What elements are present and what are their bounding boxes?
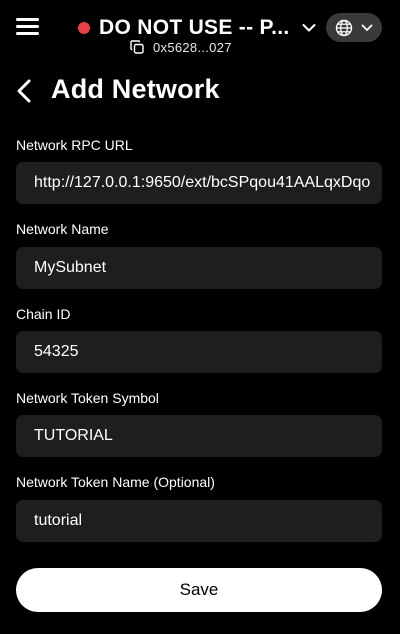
account-status-dot [78,22,90,34]
language-selector-button[interactable] [326,13,382,42]
token-symbol-input[interactable]: TUTORIAL [16,415,382,457]
chain-id-input[interactable]: 54325 [16,331,382,373]
menu-bar-line [16,18,39,21]
menu-bar-line [16,25,39,28]
network-name-input[interactable]: MySubnet [16,247,382,289]
top-bar: DO NOT USE -- P... 0x5628...027 [0,0,400,60]
rpc-url-label: Network RPC URL [16,137,133,153]
token-symbol-label: Network Token Symbol [16,390,159,406]
chain-id-label: Chain ID [16,306,71,322]
account-address: 0x5628...027 [153,39,232,55]
rpc-url-input[interactable]: http://127.0.0.1:9650/ext/bcSPqou41AALqx… [16,162,382,204]
chevron-down-icon [361,24,373,31]
menu-bar-line [16,32,39,35]
token-name-input[interactable]: tutorial [16,500,382,542]
hamburger-menu-icon[interactable] [16,16,40,36]
copy-address-button[interactable]: 0x5628...027 [130,38,232,56]
copy-icon [130,40,144,54]
back-arrow-icon[interactable] [14,78,36,104]
chevron-down-icon [302,24,316,32]
page-title: Add Network [51,74,220,104]
globe-icon [335,19,353,36]
add-network-screen: DO NOT USE -- P... 0x5628...027 Add Netw… [0,0,400,634]
save-button[interactable]: Save [16,568,382,612]
account-name: DO NOT USE -- P... [99,16,290,39]
page-header: Add Network [0,66,400,116]
network-name-label: Network Name [16,221,109,237]
token-name-label: Network Token Name (Optional) [16,474,215,490]
